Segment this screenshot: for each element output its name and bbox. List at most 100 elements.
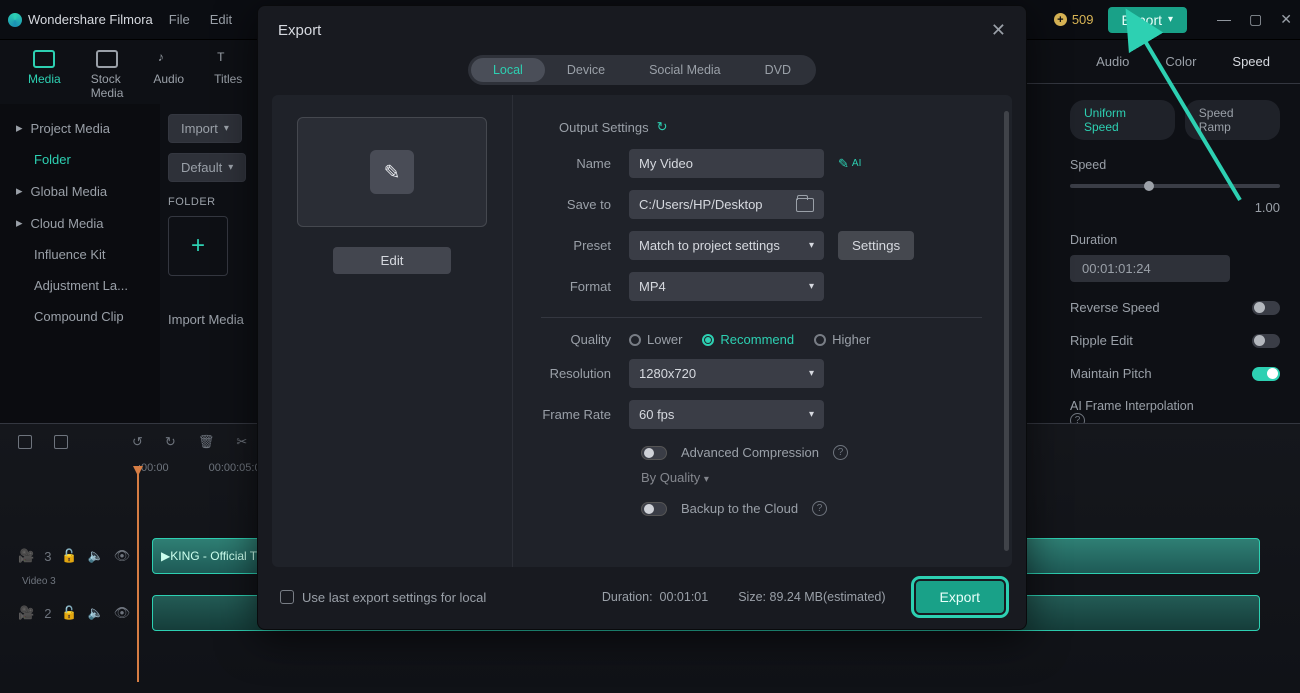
chevron-down-icon: ▾ (228, 162, 233, 173)
saveto-field[interactable]: C:/Users/HP/Desktop (629, 190, 824, 219)
nav-folder[interactable]: Folder (6, 144, 154, 175)
format-select[interactable]: MP4 ▾ (629, 272, 824, 301)
export-dialog: Export ✕ Local Device Social Media DVD ✎… (257, 5, 1027, 630)
camera-icon: 🎥 (18, 605, 34, 621)
timecode-mark: :00:00 (138, 462, 169, 474)
export-tab-social[interactable]: Social Media (627, 58, 743, 82)
framerate-select[interactable]: 60 fps ▾ (629, 400, 824, 429)
redo-icon[interactable]: ↻ (165, 434, 176, 450)
maintain-pitch-label: Maintain Pitch (1070, 366, 1152, 381)
dialog-close-icon[interactable]: ✕ (991, 20, 1006, 41)
ai-name-icon[interactable]: ✎AI (838, 156, 861, 172)
trash-icon[interactable]: 🗑 (198, 434, 215, 450)
export-tab-dvd[interactable]: DVD (743, 58, 813, 82)
lock-icon[interactable]: 🔓 (61, 605, 77, 621)
speaker-icon[interactable]: 🔈 (88, 605, 104, 621)
lock-icon[interactable]: 🔓 (61, 548, 77, 564)
backup-cloud-toggle[interactable] (641, 502, 667, 516)
speaker-icon[interactable]: 🔈 (88, 548, 104, 564)
credits-value: 509 (1072, 12, 1094, 27)
dialog-title: Export (278, 22, 321, 39)
window-close-icon[interactable]: ✕ (1280, 11, 1292, 28)
resolution-select[interactable]: 1280x720 ▾ (629, 359, 824, 388)
cut-icon[interactable]: ✂ (236, 434, 247, 450)
dialog-scrollbar[interactable] (1004, 111, 1009, 551)
inspector-tab-audio[interactable]: Audio (1096, 54, 1129, 69)
shelf-tab-audio[interactable]: ♪ Audio (153, 50, 184, 100)
preset-settings-button[interactable]: Settings (838, 231, 914, 260)
eye-icon[interactable]: 👁 (114, 548, 131, 564)
menu-bar: File Edit (169, 12, 232, 27)
speed-label: Speed (1070, 158, 1280, 172)
playhead[interactable] (137, 472, 139, 682)
export-tab-local[interactable]: Local (471, 58, 545, 82)
export-tab-bar: Local Device Social Media DVD (468, 55, 816, 85)
stock-icon (96, 50, 118, 68)
use-last-label: Use last export settings for local (302, 590, 486, 605)
tl-tool-icon[interactable] (54, 435, 68, 449)
ripple-edit-toggle[interactable] (1252, 334, 1280, 348)
nav-compound-clip[interactable]: Compound Clip (6, 301, 154, 332)
shelf-tab-titles[interactable]: T Titles (214, 50, 242, 100)
nav-global-media[interactable]: ▸ Global Media (6, 175, 154, 207)
compression-mode-select[interactable]: By Quality ▾ (641, 470, 836, 485)
import-hint: Import Media (168, 312, 251, 327)
window-restore-icon[interactable]: ▢ (1249, 11, 1262, 28)
advanced-compression-label: Advanced Compression (681, 445, 819, 460)
duration-value[interactable]: 00:01:01:24 (1070, 255, 1230, 282)
folder-icon[interactable] (796, 198, 814, 212)
import-dropdown[interactable]: Import▾ (168, 114, 242, 143)
credits-badge[interactable]: 509 (1054, 12, 1094, 27)
chevron-down-icon: ▾ (1168, 14, 1173, 25)
thumbnail-preview[interactable]: ✎ (297, 117, 487, 227)
nav-project-media[interactable]: ▸ Project Media (6, 112, 154, 144)
menu-edit[interactable]: Edit (210, 12, 232, 27)
quality-lower-radio[interactable]: Lower (629, 332, 682, 347)
eye-icon[interactable]: 👁 (114, 605, 131, 621)
ai-interpolation-label: AI Frame Interpolation (1070, 399, 1194, 413)
resolution-label: Resolution (521, 366, 629, 381)
undo-icon[interactable]: ↺ (132, 434, 143, 450)
sort-dropdown[interactable]: Default▾ (168, 153, 246, 182)
maintain-pitch-toggle[interactable] (1252, 367, 1280, 381)
header-export-label: Export (1122, 12, 1162, 28)
shelf-tab-media[interactable]: Media (28, 50, 61, 100)
preset-select[interactable]: Match to project settings ▾ (629, 231, 824, 260)
export-tab-device[interactable]: Device (545, 58, 627, 82)
nav-cloud-media[interactable]: ▸ Cloud Media (6, 207, 154, 239)
window-minimize-icon[interactable]: — (1217, 11, 1231, 28)
inspector-tab-speed[interactable]: Speed (1232, 54, 1270, 69)
speed-slider[interactable] (1070, 184, 1280, 188)
help-icon[interactable]: ? (812, 501, 827, 516)
help-icon[interactable]: ? (833, 445, 848, 460)
nav-influence-kit[interactable]: Influence Kit (6, 239, 154, 270)
header-export-button[interactable]: Export ▾ (1108, 7, 1188, 33)
quality-label: Quality (521, 332, 629, 347)
reverse-speed-label: Reverse Speed (1070, 300, 1160, 315)
menu-file[interactable]: File (169, 12, 190, 27)
size-value: 89.24 MB(estimated) (770, 590, 886, 604)
reverse-speed-toggle[interactable] (1252, 301, 1280, 315)
dialog-footer: Use last export settings for local Durat… (258, 567, 1026, 629)
inspector-tab-color[interactable]: Color (1165, 54, 1196, 69)
use-last-checkbox[interactable] (280, 590, 294, 604)
export-confirm-button[interactable]: Export (916, 581, 1004, 613)
speed-value[interactable]: 1.00 (1255, 200, 1280, 215)
duration-label: Duration: (602, 590, 653, 604)
chevron-down-icon: ▾ (809, 368, 814, 379)
pill-speed-ramp[interactable]: Speed Ramp (1185, 100, 1280, 140)
cloud-sync-icon[interactable]: ↻ (657, 119, 668, 135)
name-input[interactable] (629, 149, 824, 178)
pill-uniform-speed[interactable]: Uniform Speed (1070, 100, 1175, 140)
nav-adjustment-layer[interactable]: Adjustment La... (6, 270, 154, 301)
add-media-tile[interactable]: + (168, 216, 228, 276)
track-index: 2 (44, 606, 51, 621)
format-label: Format (521, 279, 629, 294)
quality-recommend-radio[interactable]: Recommend (702, 332, 794, 347)
advanced-compression-toggle[interactable] (641, 446, 667, 460)
edit-thumbnail-button[interactable]: Edit (333, 247, 452, 274)
titles-icon: T (217, 50, 239, 68)
shelf-tab-stock[interactable]: Stock Media (91, 50, 124, 100)
tl-tool-icon[interactable] (18, 435, 32, 449)
quality-higher-radio[interactable]: Higher (814, 332, 870, 347)
